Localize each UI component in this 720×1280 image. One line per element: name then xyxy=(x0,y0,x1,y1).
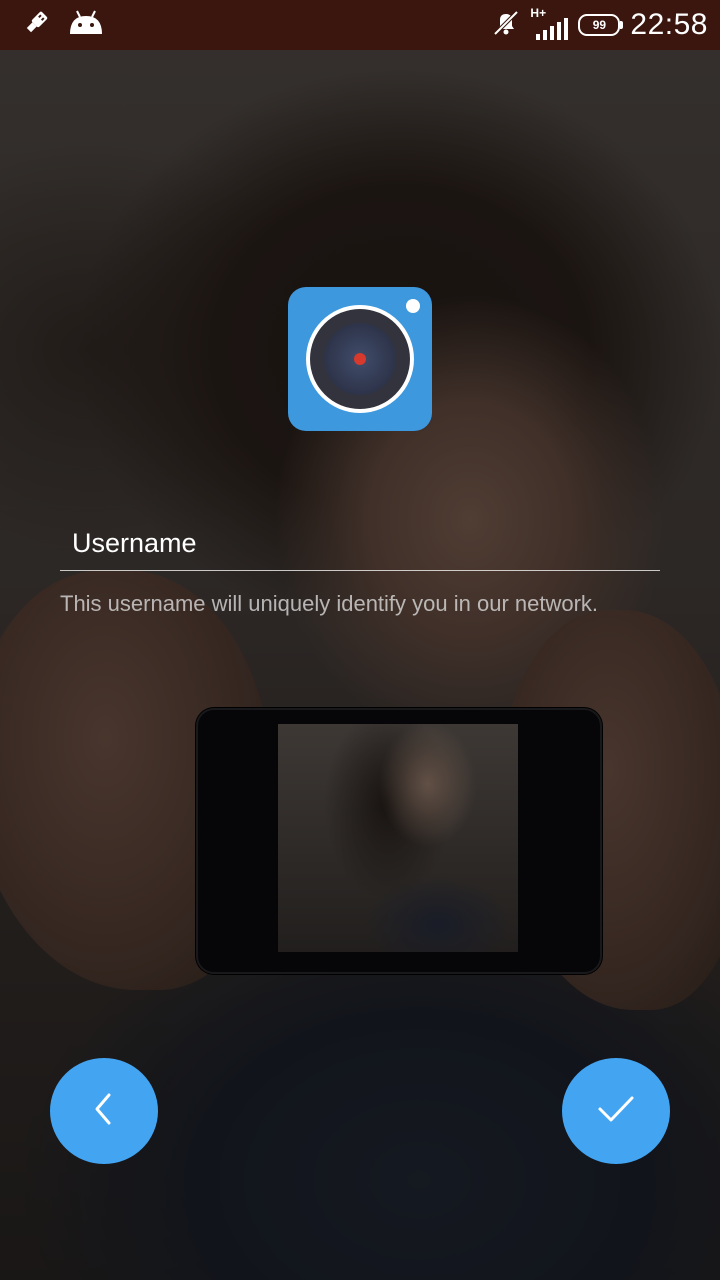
battery-level: 99 xyxy=(592,18,607,32)
camera-lens-icon xyxy=(288,287,432,431)
checkmark-icon xyxy=(596,1093,636,1130)
lens-ring xyxy=(306,305,414,413)
signal-icon: H+ xyxy=(530,6,569,42)
battery-icon: 99 xyxy=(578,14,624,36)
username-input[interactable] xyxy=(70,522,654,564)
mute-icon xyxy=(492,9,520,42)
clock: 22:58 xyxy=(630,8,708,41)
usb-icon xyxy=(22,9,50,42)
lens-body xyxy=(310,309,410,409)
android-icon xyxy=(68,10,104,41)
lens-center-dot xyxy=(354,353,366,365)
status-bar: H+ 99 22:58 xyxy=(0,0,720,50)
confirm-button[interactable] xyxy=(562,1058,670,1164)
back-button[interactable] xyxy=(50,1058,158,1164)
username-helper-text: This username will uniquely identify you… xyxy=(60,591,599,616)
flash-dot xyxy=(406,299,420,313)
chevron-left-icon xyxy=(89,1091,119,1132)
lens-glass xyxy=(324,323,396,395)
username-field[interactable] xyxy=(60,518,660,571)
